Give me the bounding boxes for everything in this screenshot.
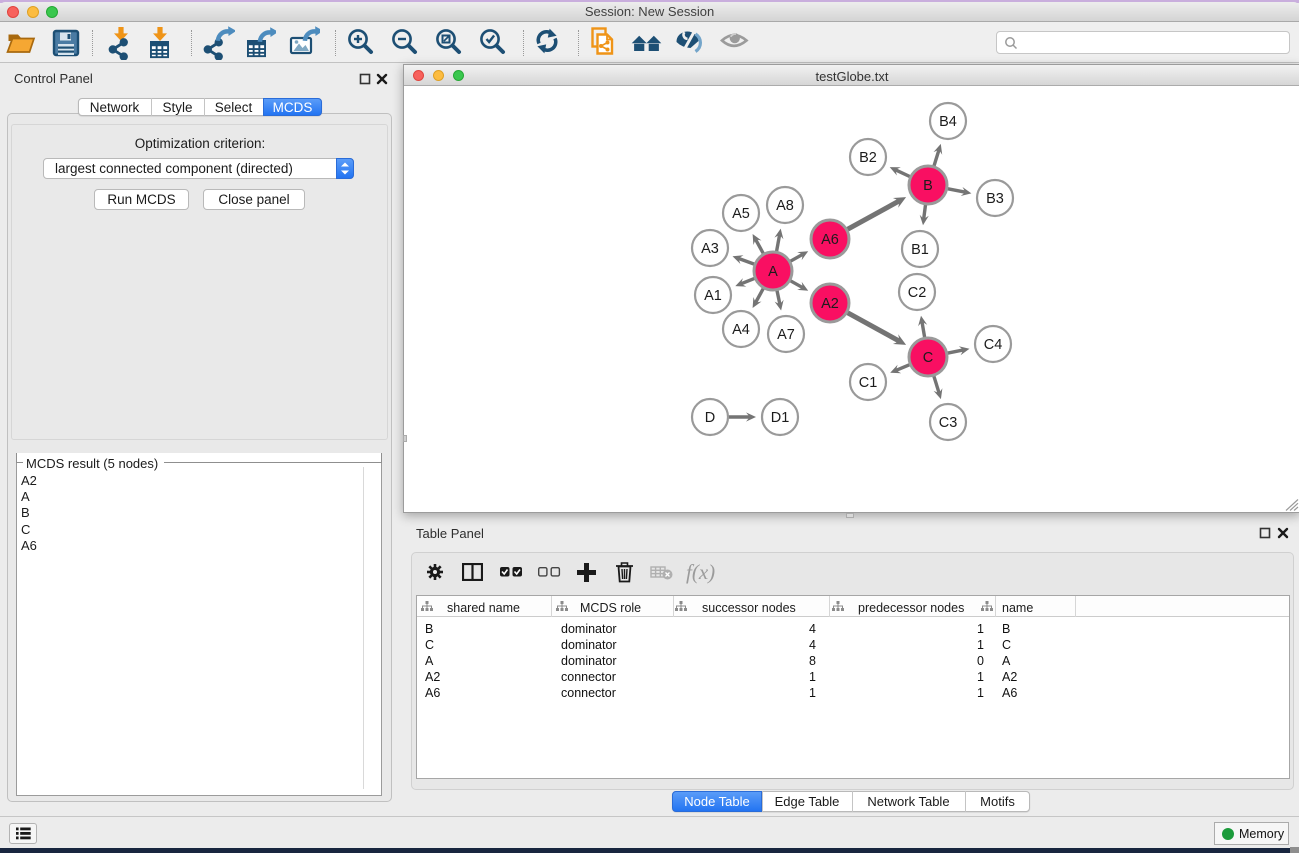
svg-text:C: C bbox=[923, 350, 933, 366]
svg-text:B4: B4 bbox=[939, 114, 957, 130]
svg-text:A: A bbox=[768, 264, 778, 280]
svg-text:A6: A6 bbox=[821, 232, 839, 248]
svg-text:B: B bbox=[923, 178, 933, 194]
svg-text:A7: A7 bbox=[777, 327, 795, 343]
svg-text:B2: B2 bbox=[859, 150, 877, 166]
svg-text:A1: A1 bbox=[704, 288, 722, 304]
svg-text:A2: A2 bbox=[821, 296, 839, 312]
svg-text:C2: C2 bbox=[908, 285, 927, 301]
svg-text:A3: A3 bbox=[701, 241, 719, 257]
svg-text:B3: B3 bbox=[986, 191, 1004, 207]
svg-text:D: D bbox=[705, 410, 715, 426]
svg-text:C4: C4 bbox=[984, 337, 1003, 353]
svg-text:A8: A8 bbox=[776, 198, 794, 214]
svg-text:D1: D1 bbox=[771, 410, 790, 426]
svg-text:C3: C3 bbox=[939, 415, 958, 431]
svg-text:A4: A4 bbox=[732, 322, 750, 338]
svg-text:C1: C1 bbox=[859, 375, 878, 391]
svg-text:B1: B1 bbox=[911, 242, 929, 258]
svg-text:A5: A5 bbox=[732, 206, 750, 222]
